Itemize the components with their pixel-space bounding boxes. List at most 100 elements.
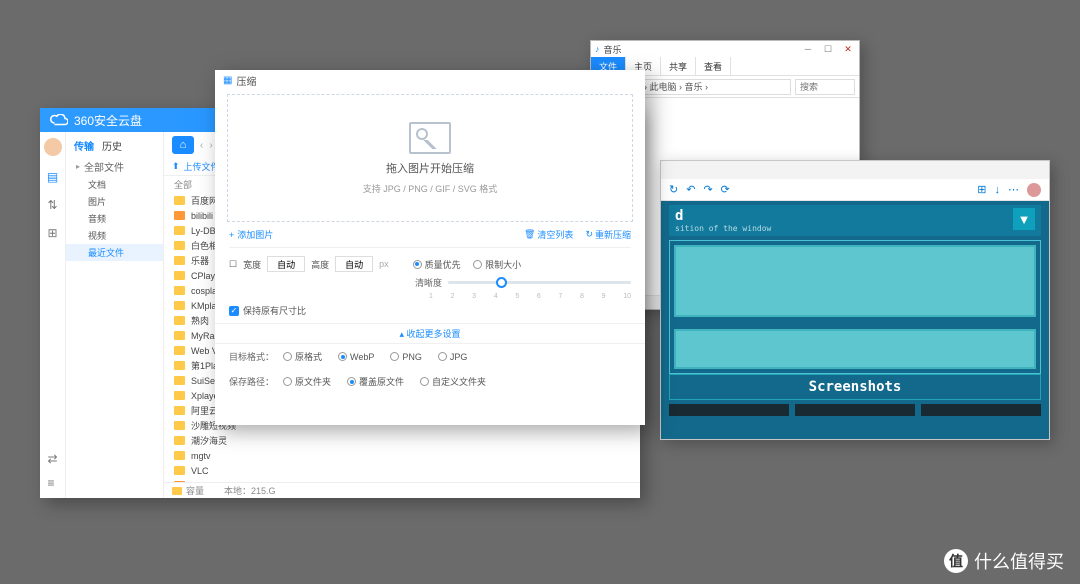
format-png-radio[interactable]: PNG [390, 352, 422, 362]
browser-window[interactable]: ↻ ↶ ↷ ⟳ ⊞ ↓ ⋯ d sition of the window ▼ S… [660, 160, 1050, 440]
cloud-statusbar: 容量 本地：215.G [164, 482, 640, 498]
width-label: ☐ [229, 259, 237, 270]
home-button[interactable]: ⌂ [172, 136, 194, 154]
folder-icon [174, 286, 185, 295]
sidebar-section-all[interactable]: 全部文件 [66, 157, 163, 176]
width-input[interactable] [267, 256, 305, 272]
sidebar-item-audio[interactable]: 音频 [66, 210, 163, 227]
clear-list-button[interactable]: 清空列表 [537, 228, 573, 241]
keep-ratio-checkbox[interactable]: ✓ [229, 306, 239, 316]
fwd-arrow-icon[interactable]: › [209, 140, 212, 151]
folder-row[interactable]: VLC [168, 463, 636, 478]
rail-sync-icon[interactable]: ⇅ [47, 198, 57, 212]
explorer-titlebar[interactable]: ♪ 音乐 ─ ☐ ✕ [591, 41, 859, 57]
panel [674, 329, 1036, 369]
trash-icon: 🗑 [524, 229, 535, 240]
folder-icon [174, 271, 185, 280]
dropzone-formats: 支持 JPG / PNG / GIF / SVG 格式 [363, 182, 498, 195]
folder-icon [174, 391, 185, 400]
download-button[interactable]: ▼ [1013, 208, 1035, 230]
download-icon[interactable]: ↓ [995, 184, 1001, 196]
sidebar-item-images[interactable]: 图片 [66, 193, 163, 210]
hero-panel [674, 245, 1036, 317]
rail-share-icon[interactable]: ⊞ [47, 226, 57, 240]
upload-icon: ⬆ [172, 161, 180, 172]
sidebar-item-docs[interactable]: 文档 [66, 176, 163, 193]
folder-icon [174, 301, 185, 310]
image-placeholder-icon [409, 122, 451, 154]
format-original-radio[interactable]: 原格式 [283, 350, 322, 363]
sidebar-item-recent[interactable]: 最近文件 [66, 244, 163, 261]
page-content: d sition of the window ▼ Screenshots [661, 201, 1049, 439]
plus-icon: + [229, 230, 234, 240]
cloud-sidebar: 传输 历史 全部文件 文档 图片 音频 视频 最近文件 [66, 132, 164, 498]
save-original-radio[interactable]: 原文件夹 [283, 375, 331, 388]
collapse-settings[interactable]: ▴ 收起更多设置 [215, 323, 645, 344]
dialog-title: 压缩 [236, 73, 256, 88]
music-icon: ♪ [595, 44, 600, 54]
sidebar-tab-transfer[interactable]: 传输 [74, 138, 94, 153]
folder-icon [174, 226, 185, 235]
mode-size-radio[interactable]: 限制大小 [473, 258, 521, 271]
format-webp-radio[interactable]: WebP [338, 352, 374, 362]
explorer-search[interactable] [795, 79, 855, 95]
rail-menu-icon[interactable]: ≡ [47, 476, 57, 490]
format-jpg-radio[interactable]: JPG [438, 352, 468, 362]
tab-view[interactable]: 查看 [696, 57, 731, 75]
dropzone-text: 拖入图片开始压缩 [386, 160, 474, 176]
folder-icon [172, 487, 182, 495]
dropzone[interactable]: 拖入图片开始压缩 支持 JPG / PNG / GIF / SVG 格式 [227, 94, 633, 222]
maximize-button[interactable]: ☐ [821, 44, 835, 55]
tab-share[interactable]: 共享 [661, 57, 696, 75]
reload-icon[interactable]: ↻ [669, 183, 678, 196]
browser-tabstrip[interactable] [661, 161, 1049, 179]
image-compress-dialog[interactable]: ▦ 压缩 拖入图片开始压缩 支持 JPG / PNG / GIF / SVG 格… [215, 70, 645, 425]
page-subtitle: sition of the window [675, 224, 771, 233]
profile-avatar[interactable] [1027, 183, 1041, 197]
user-avatar[interactable] [44, 138, 62, 156]
address-bar[interactable]: ♪ › 此电脑 › 音乐 › [632, 79, 791, 95]
cloud-rail: ▤ ⇅ ⊞ ⇄ ≡ [40, 132, 66, 498]
compress-icon: ▦ [223, 75, 232, 86]
rail-transfer-icon[interactable]: ⇄ [47, 452, 57, 466]
save-custom-radio[interactable]: 自定义文件夹 [420, 375, 486, 388]
folder-icon [174, 196, 185, 205]
cloud-logo-icon [50, 114, 68, 126]
folder-icon [174, 451, 185, 460]
screenshot-thumb[interactable] [921, 404, 1041, 416]
back-arrow-icon[interactable]: ‹ [200, 140, 203, 151]
folder-icon [174, 211, 185, 220]
folder-row[interactable]: 潮汐海灵 [168, 433, 636, 448]
minimize-button[interactable]: ─ [801, 44, 815, 55]
close-button[interactable]: ✕ [841, 44, 855, 55]
mode-quality-radio[interactable]: 质量优先 [413, 258, 461, 271]
browser-toolbar: ↻ ↶ ↷ ⟳ ⊞ ↓ ⋯ [661, 179, 1049, 201]
screenshot-thumb[interactable] [795, 404, 915, 416]
nav-fwd-icon[interactable]: ↷ [703, 183, 712, 196]
cloud-brand: 360安全云盘 [74, 112, 142, 129]
height-input[interactable] [335, 256, 373, 272]
more-icon[interactable]: ⋯ [1008, 183, 1019, 196]
folder-icon [174, 346, 185, 355]
save-overwrite-radio[interactable]: 覆盖原文件 [347, 375, 404, 388]
nav-back-icon[interactable]: ↶ [686, 183, 695, 196]
dialog-titlebar[interactable]: ▦ 压缩 [215, 70, 645, 90]
refresh-icon[interactable]: ⟳ [721, 183, 730, 196]
folder-row[interactable]: mgtv [168, 448, 636, 463]
extension-icon[interactable]: ⊞ [977, 183, 986, 196]
page-title: d [675, 208, 771, 224]
screenshot-thumb[interactable] [669, 404, 789, 416]
folder-icon [174, 241, 185, 250]
add-image-button[interactable]: 添加图片 [237, 228, 273, 241]
folder-icon [174, 331, 185, 340]
recompress-button[interactable]: 重新压缩 [595, 228, 631, 241]
folder-icon [174, 466, 185, 475]
screenshots-heading: Screenshots [669, 374, 1041, 400]
folder-icon [174, 406, 185, 415]
clarity-slider[interactable] [448, 281, 631, 284]
sidebar-tab-history[interactable]: 历史 [102, 138, 122, 153]
sidebar-item-video[interactable]: 视频 [66, 227, 163, 244]
rail-files-icon[interactable]: ▤ [47, 170, 58, 184]
clarity-label: 清晰度 [415, 276, 442, 289]
redo-icon: ↻ [585, 229, 593, 240]
